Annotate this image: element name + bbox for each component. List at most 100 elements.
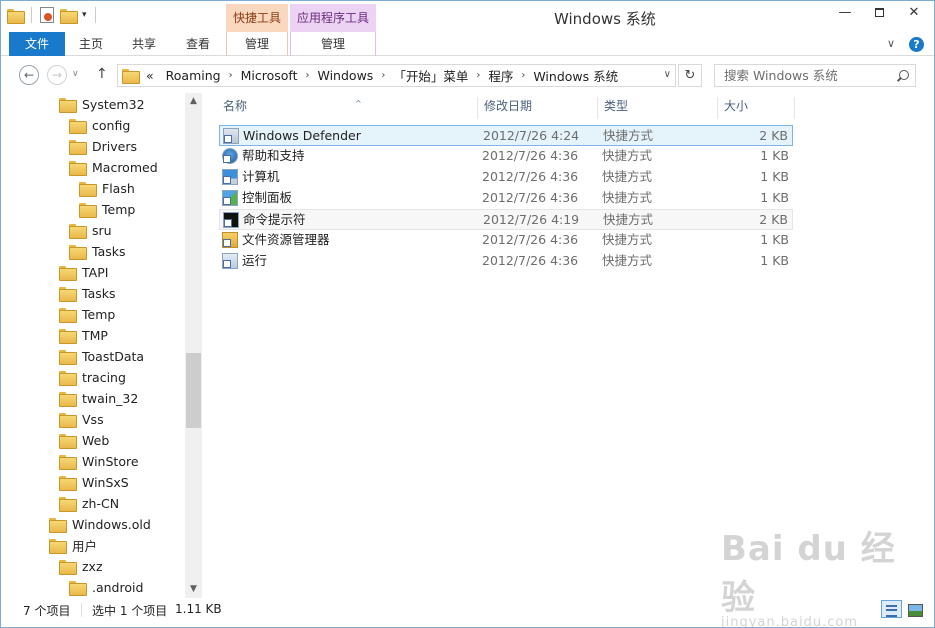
column-header-modified[interactable]: 修改日期 [478, 93, 596, 119]
tree-item-label: TMP [82, 328, 108, 343]
folder-icon [69, 140, 87, 155]
tree-item[interactable]: zh-CN [59, 493, 119, 514]
navigation-scrollbar[interactable]: ▲ ▼ [185, 93, 202, 598]
tree-item[interactable]: Vss [59, 409, 104, 430]
tab-view[interactable]: 查看 [173, 32, 223, 56]
address-bar[interactable]: « Roaming › Microsoft › Windows › 「开始」菜单… [117, 64, 676, 87]
tree-item-label: tracing [82, 370, 126, 385]
folder-icon[interactable] [7, 8, 25, 24]
tree-item[interactable]: twain_32 [59, 388, 138, 409]
tab-file[interactable]: 文件 [9, 32, 65, 56]
tree-item-label: 用户 [72, 539, 98, 554]
file-name: 命令提示符 [243, 212, 306, 227]
tree-item[interactable]: Tasks [59, 283, 116, 304]
new-folder-icon[interactable] [60, 8, 78, 24]
folder-icon [59, 434, 77, 449]
folder-icon [59, 455, 77, 470]
tree-item[interactable]: tracing [59, 367, 126, 388]
column-header-type[interactable]: 类型 [598, 93, 716, 119]
tree-item[interactable]: zxz [59, 556, 103, 577]
tree-item[interactable]: WinStore [59, 451, 139, 472]
tree-item[interactable]: ToastData [59, 346, 144, 367]
breadcrumb-arrow-icon[interactable]: › [306, 70, 310, 81]
breadcrumb-roaming[interactable]: Roaming [166, 68, 221, 83]
scroll-down-icon[interactable]: ▼ [185, 581, 202, 598]
scrollbar-thumb[interactable] [186, 353, 201, 428]
selection-size: 1.11 KB [175, 602, 222, 616]
explorer-icon [222, 232, 238, 248]
expand-ribbon-chevron-icon[interactable]: ∨ [887, 37, 895, 50]
breadcrumb-windows-system[interactable]: Windows 系统 [533, 66, 618, 85]
tree-item[interactable]: Drivers [69, 136, 137, 157]
baidu-jingyan-watermark: Bai du 经验 jingyan.baidu.com [721, 521, 921, 627]
breadcrumb-microsoft[interactable]: Microsoft [241, 68, 298, 83]
column-header-name[interactable]: 名称 ^ [217, 93, 477, 119]
file-row[interactable]: 控制面板 2012/7/26 4:36 快捷方式 1 KB [219, 188, 793, 209]
tree-item[interactable]: 用户 [49, 535, 97, 556]
tree-item[interactable]: Temp [59, 304, 115, 325]
breadcrumb-programs[interactable]: 程序 [488, 66, 513, 85]
tree-item[interactable]: Windows.old [49, 514, 151, 535]
file-row[interactable]: 文件资源管理器 2012/7/26 4:36 快捷方式 1 KB [219, 230, 793, 251]
forward-button[interactable]: → [47, 65, 67, 85]
customize-toolbar-chevron-icon[interactable]: ▾ [82, 10, 87, 20]
recent-locations-chevron-icon[interactable]: ∨ [72, 69, 79, 79]
file-row[interactable]: 计算机 2012/7/26 4:36 快捷方式 1 KB [219, 167, 793, 188]
breadcrumb-arrow-icon[interactable]: › [381, 70, 385, 81]
up-button[interactable]: ↑ [96, 66, 108, 82]
maximize-button[interactable] [862, 1, 896, 23]
tree-item[interactable]: Temp [79, 199, 135, 220]
close-button[interactable]: ✕ [894, 1, 934, 23]
column-divider[interactable] [794, 97, 795, 119]
file-row[interactable]: 帮助和支持 2012/7/26 4:36 快捷方式 1 KB [219, 146, 793, 167]
tree-item[interactable]: .android [69, 577, 143, 598]
file-modified-date: 2012/7/26 4:36 [482, 148, 579, 163]
tree-item[interactable]: sru [69, 220, 112, 241]
scroll-up-icon[interactable]: ▲ [185, 93, 202, 110]
tree-item-label: WinSxS [82, 475, 129, 490]
breadcrumb-overflow[interactable]: « [146, 68, 154, 83]
tree-item-label: twain_32 [82, 391, 139, 406]
minimize-button[interactable]: — [828, 1, 862, 23]
properties-icon[interactable] [40, 7, 54, 23]
tree-item[interactable]: Macromed [69, 157, 158, 178]
file-row[interactable]: Windows Defender 2012/7/26 4:24 快捷方式 2 KB [219, 125, 793, 146]
folder-icon [59, 329, 77, 344]
breadcrumb-arrow-icon[interactable]: › [476, 70, 480, 81]
folder-icon [59, 371, 77, 386]
tab-home[interactable]: 主页 [67, 32, 115, 56]
folder-icon [59, 476, 77, 491]
refresh-button[interactable]: ↻ [678, 64, 702, 87]
status-separator [81, 603, 82, 617]
column-header-size[interactable]: 大小 [718, 93, 794, 119]
file-row[interactable]: 命令提示符 2012/7/26 4:19 快捷方式 2 KB [219, 209, 793, 230]
breadcrumb-start-menu[interactable]: 「开始」菜单 [393, 66, 468, 85]
tree-item[interactable]: Flash [79, 178, 135, 199]
tree-item[interactable]: System32 [59, 94, 145, 115]
breadcrumb-arrow-icon[interactable]: › [521, 70, 525, 81]
tab-manage-app[interactable]: 管理 [290, 32, 376, 56]
address-dropdown-chevron-icon[interactable]: ∨ [664, 69, 671, 80]
tree-item-label: Macromed [92, 160, 158, 175]
tree-item[interactable]: TAPI [59, 262, 108, 283]
tree-item[interactable]: WinSxS [59, 472, 129, 493]
tree-item[interactable]: Web [59, 430, 109, 451]
back-button[interactable]: ← [19, 65, 39, 85]
folder-icon [59, 497, 77, 512]
tree-item[interactable]: config [69, 115, 130, 136]
breadcrumb-windows[interactable]: Windows [318, 68, 374, 83]
file-name: 文件资源管理器 [242, 232, 330, 247]
window-title: Windows 系统 [554, 10, 656, 28]
folder-icon [69, 245, 87, 260]
tree-item[interactable]: TMP [59, 325, 108, 346]
search-icon[interactable] [898, 70, 909, 81]
tab-share[interactable]: 共享 [119, 32, 169, 56]
breadcrumb-arrow-icon[interactable]: › [229, 70, 233, 81]
file-modified-date: 2012/7/26 4:24 [483, 128, 580, 143]
tab-manage-shortcut[interactable]: 管理 [226, 32, 288, 56]
search-input[interactable]: 搜索 Windows 系统 [714, 64, 916, 87]
computer-icon [222, 169, 238, 185]
help-icon[interactable]: ? [909, 37, 924, 52]
file-row[interactable]: 运行 2012/7/26 4:36 快捷方式 1 KB [219, 251, 793, 272]
tree-item[interactable]: Tasks [69, 241, 126, 262]
